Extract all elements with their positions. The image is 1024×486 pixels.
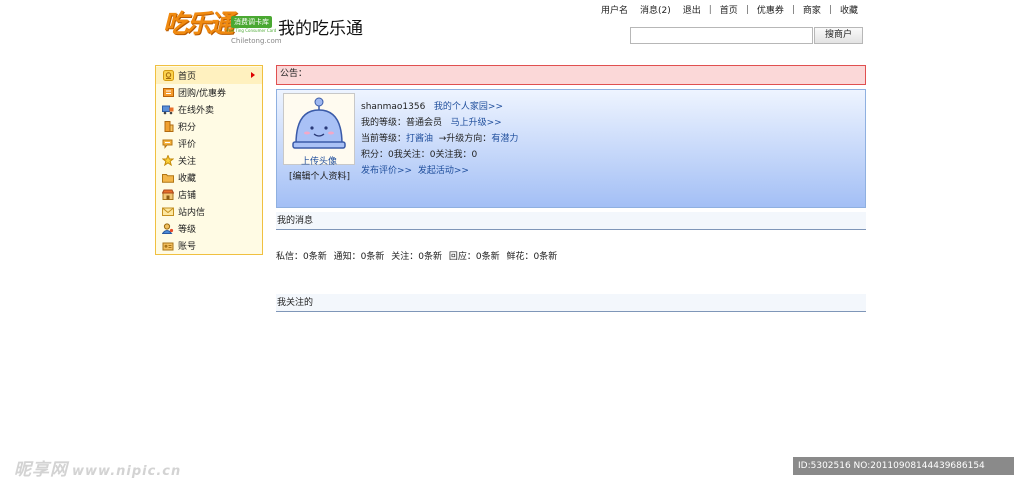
messages-title: 我的消息: [277, 216, 314, 226]
nav-divider: |: [828, 4, 832, 15]
page-title: 我的吃乐通: [278, 19, 363, 39]
message-stats: 私信：0条新 通知：0条新 关注：0条新 回应：0条新 鲜花：0条新: [276, 249, 561, 262]
sidebar-item-label: 评价: [178, 140, 197, 150]
search-merchant-button[interactable]: 搜商户: [814, 27, 863, 44]
level-value: 普通会员: [406, 118, 443, 128]
search-input[interactable]: [630, 27, 813, 44]
sidebar-item-label: 站内信: [178, 208, 206, 218]
sidebar-item-home[interactable]: 首页: [156, 67, 262, 84]
top-navigation: 用户名 消息(2) 退出 | 首页 | 优惠券 | 商家 | 收藏: [595, 3, 864, 17]
sidebar-item-label: 账号: [178, 242, 197, 252]
logo-badge: 消费调卡库: [231, 16, 272, 28]
current-level-value[interactable]: 打酱油: [406, 134, 433, 144]
nav-divider: |: [708, 4, 712, 15]
image-id-bar: ID:5302516 NO:20110908144439686154: [793, 457, 1014, 475]
stat-private-messages[interactable]: 私信：0条新: [276, 252, 327, 262]
sidebar-item-inbox[interactable]: 站内信: [156, 203, 262, 220]
home-icon: [162, 70, 174, 81]
folder-icon: [162, 172, 174, 183]
nav-logout[interactable]: 退出: [677, 3, 707, 16]
points-icon: [162, 121, 174, 132]
sidebar: 首页 团购/优惠券 在线外卖 积分 评价 关注 收藏 店铺 站内信 等级 账号: [155, 65, 263, 255]
follow-star-icon: [162, 155, 174, 166]
delivery-truck-icon: [162, 104, 174, 115]
sidebar-item-label: 团购/优惠券: [178, 89, 227, 99]
start-event-link[interactable]: 发起活动>>: [418, 166, 469, 176]
sidebar-item-label: 在线外卖: [178, 106, 215, 116]
sidebar-item-delivery[interactable]: 在线外卖: [156, 101, 262, 118]
watermark: 昵享网 www.nipic.cn: [14, 455, 181, 480]
points-follow-line: 积分：0我关注：0关注我：0: [361, 150, 478, 160]
sidebar-item-reviews[interactable]: 评价: [156, 135, 262, 152]
watermark-text: 昵享网: [14, 460, 68, 480]
review-icon: [162, 138, 174, 149]
stat-flowers[interactable]: 鲜花：0条新: [507, 252, 558, 262]
upload-avatar-link[interactable]: 上传头像: [283, 154, 355, 167]
profile-card: 上传头像 [编辑个人资料] shanmao1356 我的个人家园>> 我的等级：…: [276, 89, 866, 208]
stat-replies[interactable]: 回应：0条新: [449, 252, 500, 262]
direction-label: →升级方向：: [438, 134, 492, 144]
profile-info: shanmao1356 我的个人家园>> 我的等级：普通会员 马上升级>> 当前…: [361, 99, 518, 179]
nav-merchants[interactable]: 商家: [797, 3, 827, 16]
coupon-icon: [162, 87, 174, 98]
logo-subtitle: Fun Ting Consumer Card: [227, 28, 277, 33]
nav-username[interactable]: 用户名: [595, 3, 634, 16]
account-icon: [162, 240, 174, 251]
following-title: 我关注的: [277, 298, 314, 308]
edit-profile-link[interactable]: [编辑个人资料]: [289, 169, 350, 182]
sidebar-item-coupons[interactable]: 团购/优惠券: [156, 84, 262, 101]
mail-icon: [162, 206, 174, 217]
shop-icon: [162, 189, 174, 200]
following-section-header: 我关注的: [276, 294, 866, 312]
stat-follows[interactable]: 关注：0条新: [391, 252, 442, 262]
messages-section-header: 我的消息: [276, 212, 866, 230]
post-review-link[interactable]: 发布评价>>: [361, 166, 412, 176]
stat-notifications[interactable]: 通知：0条新: [334, 252, 385, 262]
username: shanmao1356: [361, 102, 426, 112]
sidebar-item-label: 关注: [178, 157, 197, 167]
site-logo[interactable]: 吃乐通 消费调卡库 Fun Ting Consumer Card Chileto…: [163, 7, 282, 49]
sidebar-item-label: 等级: [178, 225, 197, 235]
sidebar-item-shop[interactable]: 店铺: [156, 186, 262, 203]
homepage-link[interactable]: 我的个人家园>>: [434, 102, 503, 112]
upgrade-link[interactable]: 马上升级>>: [451, 118, 502, 128]
nav-favorites[interactable]: 收藏: [834, 3, 864, 16]
sidebar-item-label: 首页: [178, 72, 197, 82]
sidebar-item-account[interactable]: 账号: [156, 237, 262, 254]
user-level-icon: [162, 223, 174, 234]
current-level-label: 当前等级：: [361, 134, 407, 144]
sidebar-item-follow[interactable]: 关注: [156, 152, 262, 169]
sidebar-item-label: 积分: [178, 123, 197, 133]
direction-value[interactable]: 有潜力: [491, 134, 518, 144]
nav-coupons[interactable]: 优惠券: [751, 3, 790, 16]
watermark-url: www.nipic.cn: [72, 464, 182, 479]
announcement-bar: 公告：: [276, 65, 866, 85]
level-label: 我的等级：: [361, 118, 407, 128]
sidebar-item-label: 收藏: [178, 174, 197, 184]
sidebar-item-level[interactable]: 等级: [156, 220, 262, 237]
nav-divider: |: [745, 4, 749, 15]
nav-divider: |: [791, 4, 795, 15]
sidebar-item-points[interactable]: 积分: [156, 118, 262, 135]
logo-url: Chiletong.com: [231, 37, 282, 45]
sidebar-item-favorites[interactable]: 收藏: [156, 169, 262, 186]
logo-text: 吃乐通: [163, 9, 234, 38]
sidebar-item-label: 店铺: [178, 191, 197, 201]
default-avatar-icon: [292, 97, 346, 149]
announcement-label: 公告：: [280, 69, 308, 79]
nav-messages[interactable]: 消息(2): [634, 3, 677, 16]
nav-home[interactable]: 首页: [714, 3, 744, 16]
